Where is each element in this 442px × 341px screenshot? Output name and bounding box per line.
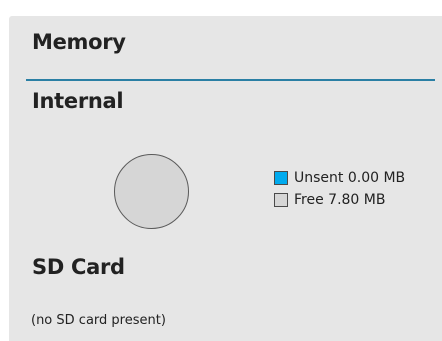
internal-memory-pie-chart xyxy=(114,154,189,229)
legend-item-free: Free 7.80 MB xyxy=(274,189,405,211)
legend-label-free: Free 7.80 MB xyxy=(294,192,386,208)
legend-item-unsent: Unsent 0.00 MB xyxy=(274,167,405,189)
free-color-swatch xyxy=(274,193,288,207)
panel-title: Memory xyxy=(32,30,126,54)
internal-section-title: Internal xyxy=(32,89,124,113)
sd-card-section-title: SD Card xyxy=(32,255,125,279)
legend-label-unsent: Unsent 0.00 MB xyxy=(294,170,406,186)
sd-card-status-text: (no SD card present) xyxy=(31,313,166,328)
unsent-color-swatch xyxy=(274,171,288,185)
memory-panel: Memory Internal Unsent 0.00 MB Free 7.80… xyxy=(9,16,442,341)
internal-memory-legend: Unsent 0.00 MB Free 7.80 MB xyxy=(274,167,405,211)
title-divider xyxy=(26,79,435,81)
